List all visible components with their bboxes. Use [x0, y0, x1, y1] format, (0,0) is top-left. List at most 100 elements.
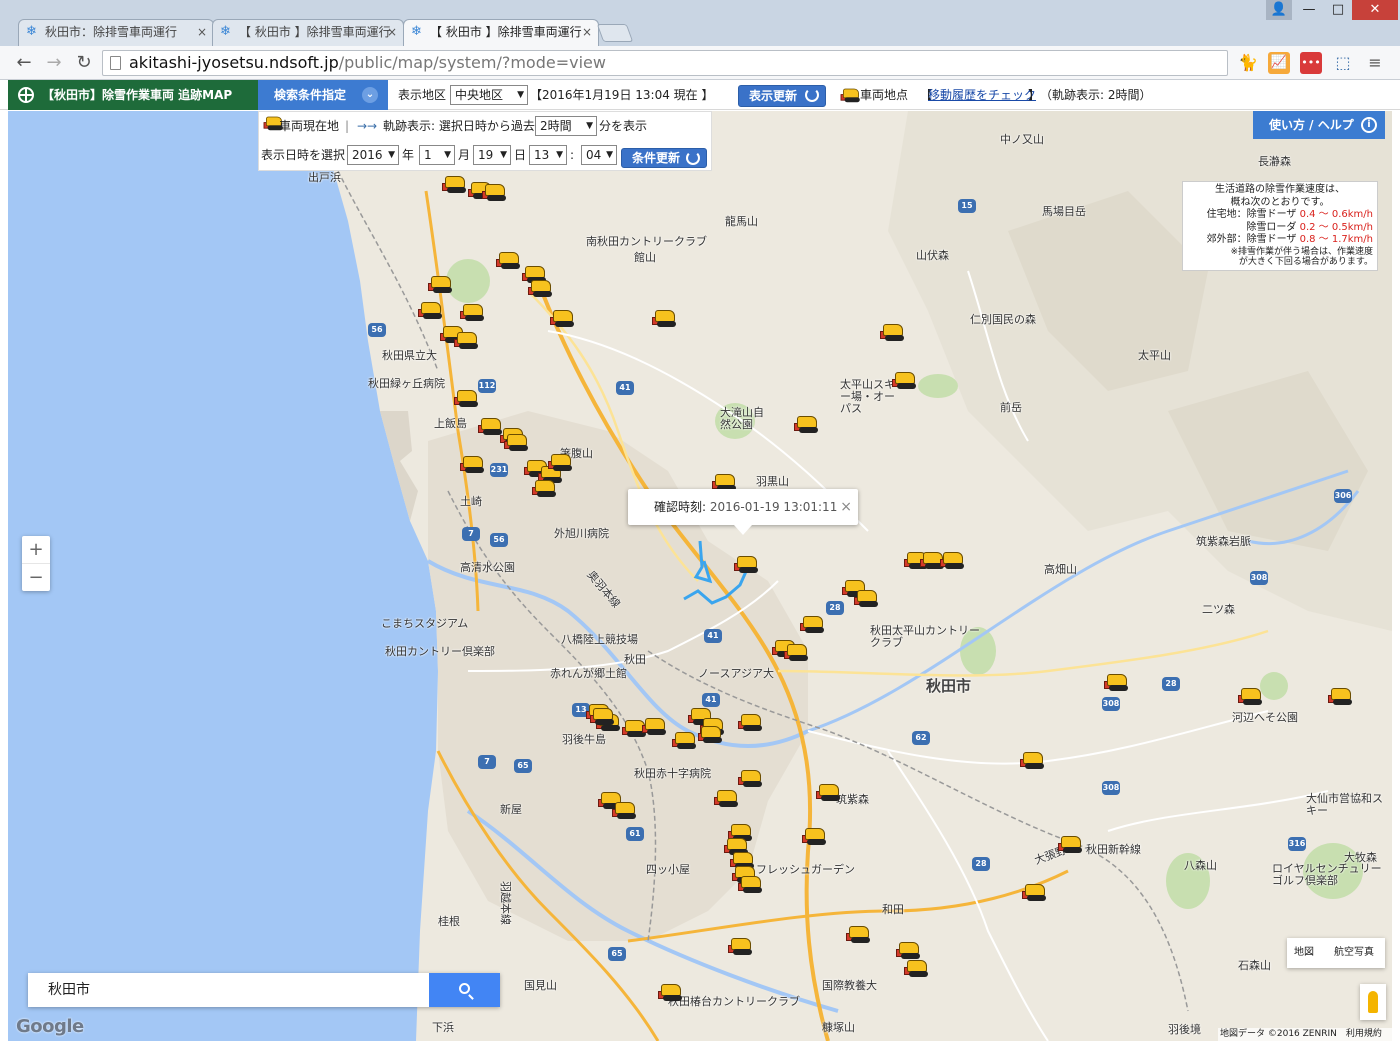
dots-extension-icon[interactable]: ••• — [1300, 52, 1322, 74]
snowplow-vehicle-icon[interactable] — [528, 277, 554, 299]
snowplow-vehicle-icon[interactable] — [652, 307, 678, 329]
chart-extension-icon[interactable]: 📈 — [1268, 52, 1290, 74]
snowplow-vehicle-icon[interactable] — [892, 369, 918, 391]
cat-extension-icon[interactable]: 🐈 — [1237, 52, 1259, 74]
map-attribution[interactable]: 地図データ ©2016 ZENRIN 利用規約 — [1218, 1028, 1392, 1041]
reload-button[interactable]: ↻ — [72, 51, 96, 75]
snowplow-vehicle-icon[interactable] — [794, 413, 820, 435]
close-tab-icon[interactable]: × — [197, 20, 207, 45]
trail-duration-select[interactable]: 2時間 — [535, 116, 597, 136]
map-place-label: 高清水公園 — [460, 561, 515, 574]
snowplow-vehicle-icon[interactable] — [738, 873, 764, 895]
close-tab-icon[interactable]: × — [582, 20, 592, 45]
snowplow-vehicle-icon[interactable] — [698, 723, 724, 745]
snowplow-vehicle-icon[interactable] — [880, 321, 906, 343]
close-window-button[interactable]: ✕ — [1352, 0, 1398, 20]
snowplow-vehicle-icon[interactable] — [532, 477, 558, 499]
address-bar[interactable]: akitashi-jyosetsu.ndsoft.jp/public/map/s… — [102, 50, 1228, 76]
day-select[interactable]: 19 — [473, 145, 511, 165]
history-link[interactable]: 移動履歴をチェック — [928, 80, 1036, 110]
snowplow-vehicle-icon[interactable] — [612, 799, 638, 821]
map-place-label: 大仙市営協和スキー — [1306, 792, 1383, 817]
snowplow-vehicle-icon[interactable] — [940, 549, 966, 571]
snowplow-vehicle-icon[interactable] — [454, 387, 480, 409]
snowplow-vehicle-icon[interactable] — [816, 781, 842, 803]
route-shield: 65 — [514, 759, 532, 773]
legend-speed: 0.4 〜 0.6km/h — [1299, 209, 1373, 220]
snowplow-vehicle-icon[interactable] — [672, 729, 698, 751]
refresh-display-button[interactable]: 表示更新 — [738, 85, 826, 107]
map-search-input[interactable]: 秋田市 — [28, 973, 428, 1007]
hour-select[interactable]: 13 — [529, 145, 567, 165]
map-search-button[interactable] — [429, 973, 500, 1007]
snowplow-vehicle-icon[interactable] — [550, 307, 576, 329]
street-view-pegman[interactable] — [1360, 984, 1386, 1020]
menu-icon[interactable]: ≡ — [1364, 52, 1386, 74]
snowplow-vehicle-icon[interactable] — [784, 641, 810, 663]
snowplow-vehicle-icon[interactable] — [1020, 749, 1046, 771]
snowplow-vehicle-icon[interactable] — [800, 613, 826, 635]
info-window-close-icon[interactable]: × — [840, 489, 852, 525]
zoom-in-button[interactable]: + — [22, 536, 50, 563]
new-tab-button[interactable] — [596, 24, 634, 42]
snowplow-vehicle-icon[interactable] — [504, 431, 530, 453]
snowplow-vehicle-icon[interactable] — [904, 957, 930, 979]
snowplow-vehicle-icon[interactable] — [714, 787, 740, 809]
maximize-button[interactable]: □ — [1325, 0, 1351, 20]
info-window-time: 2016-01-19 13:01:11 — [709, 500, 838, 514]
snowplow-vehicle-icon[interactable] — [846, 923, 872, 945]
trail-arrow-icon: →→ — [357, 119, 378, 133]
snowplow-vehicle-icon[interactable] — [460, 301, 486, 323]
update-conditions-button[interactable]: 条件更新 — [621, 148, 707, 168]
minimize-button[interactable]: — — [1296, 0, 1322, 20]
back-button[interactable]: ← — [12, 51, 36, 75]
snowplow-vehicle-icon[interactable] — [418, 299, 444, 321]
map-type-map-button[interactable]: 地図 — [1287, 938, 1321, 968]
year-select[interactable]: 2016 — [347, 145, 399, 165]
profile-icon[interactable]: 👤 — [1266, 0, 1292, 20]
map-place-label: 四ッ小屋 — [646, 863, 690, 876]
browser-tab-1[interactable]: ❄ 秋田市：除排雪車両運行 × — [18, 19, 214, 46]
map-place-label: ロイヤルセンチュリーゴルフ倶楽部 — [1272, 862, 1382, 887]
snowplow-vehicle-icon[interactable] — [802, 825, 828, 847]
help-button[interactable]: 使い方 / ヘルプ i — [1253, 111, 1385, 139]
snowplow-vehicle-icon[interactable] — [728, 935, 754, 957]
map-type-satellite-button[interactable]: 航空写真 — [1323, 938, 1385, 968]
browser-tab-3-active[interactable]: ❄ 【 秋田市 】除排雪車両運行 × — [403, 19, 599, 46]
map-place-label: 和田 — [882, 903, 904, 916]
snowplow-vehicle-icon[interactable] — [482, 181, 508, 203]
map-canvas[interactable]: 中ノ又山 長瀞森 馬場目岳 龍馬山 南秋田カントリークラブ 館山 山伏森 仁別国民の森 太平山太… — [8, 111, 1392, 1041]
snowplow-vehicle-icon[interactable] — [1058, 833, 1084, 855]
month-select[interactable]: 1 — [419, 145, 455, 165]
area-select[interactable]: 中央地区 — [450, 85, 528, 105]
snowplow-vehicle-icon[interactable] — [428, 273, 454, 295]
snowplow-vehicle-icon[interactable] — [442, 173, 468, 195]
snowplow-vehicle-icon[interactable] — [734, 553, 760, 575]
cast-icon[interactable]: ⬚ — [1332, 52, 1354, 74]
snowplow-vehicle-icon[interactable] — [854, 587, 880, 609]
snowplow-vehicle-icon[interactable] — [642, 715, 668, 737]
legend-speed: 0.8 〜 1.7km/h — [1299, 234, 1373, 245]
year-unit: 年 — [402, 148, 415, 162]
map-place-label: 秋田 — [624, 653, 646, 666]
close-tab-icon[interactable]: × — [387, 20, 397, 45]
snowplow-vehicle-icon[interactable] — [548, 451, 574, 473]
snowplow-vehicle-icon[interactable] — [1328, 685, 1354, 707]
route-shield: 41 — [616, 381, 634, 395]
snowplow-vehicle-icon[interactable] — [1022, 881, 1048, 903]
snowplow-vehicle-icon[interactable] — [496, 249, 522, 271]
browser-tab-2[interactable]: ❄ 【 秋田市 】除排雪車両運行 × — [212, 19, 404, 46]
snowplow-vehicle-icon[interactable] — [590, 705, 616, 727]
search-conditions-toggle[interactable]: 検索条件指定 ⌄ — [258, 80, 388, 110]
snowplow-vehicle-icon[interactable] — [738, 767, 764, 789]
snowplow-vehicle-icon[interactable] — [658, 981, 684, 1003]
snowplow-vehicle-icon[interactable] — [1238, 685, 1264, 707]
zoom-out-button[interactable]: − — [22, 564, 50, 591]
snowplow-vehicle-icon[interactable] — [1104, 671, 1130, 693]
snowplow-vehicle-icon[interactable] — [738, 711, 764, 733]
snowplow-vehicle-icon[interactable] — [460, 453, 486, 475]
snowplow-vehicle-icon[interactable] — [454, 329, 480, 351]
vehicle-location-label: 車両地点 — [860, 88, 909, 102]
minute-select[interactable]: 04 — [581, 145, 617, 165]
forward-button[interactable]: → — [42, 51, 66, 75]
